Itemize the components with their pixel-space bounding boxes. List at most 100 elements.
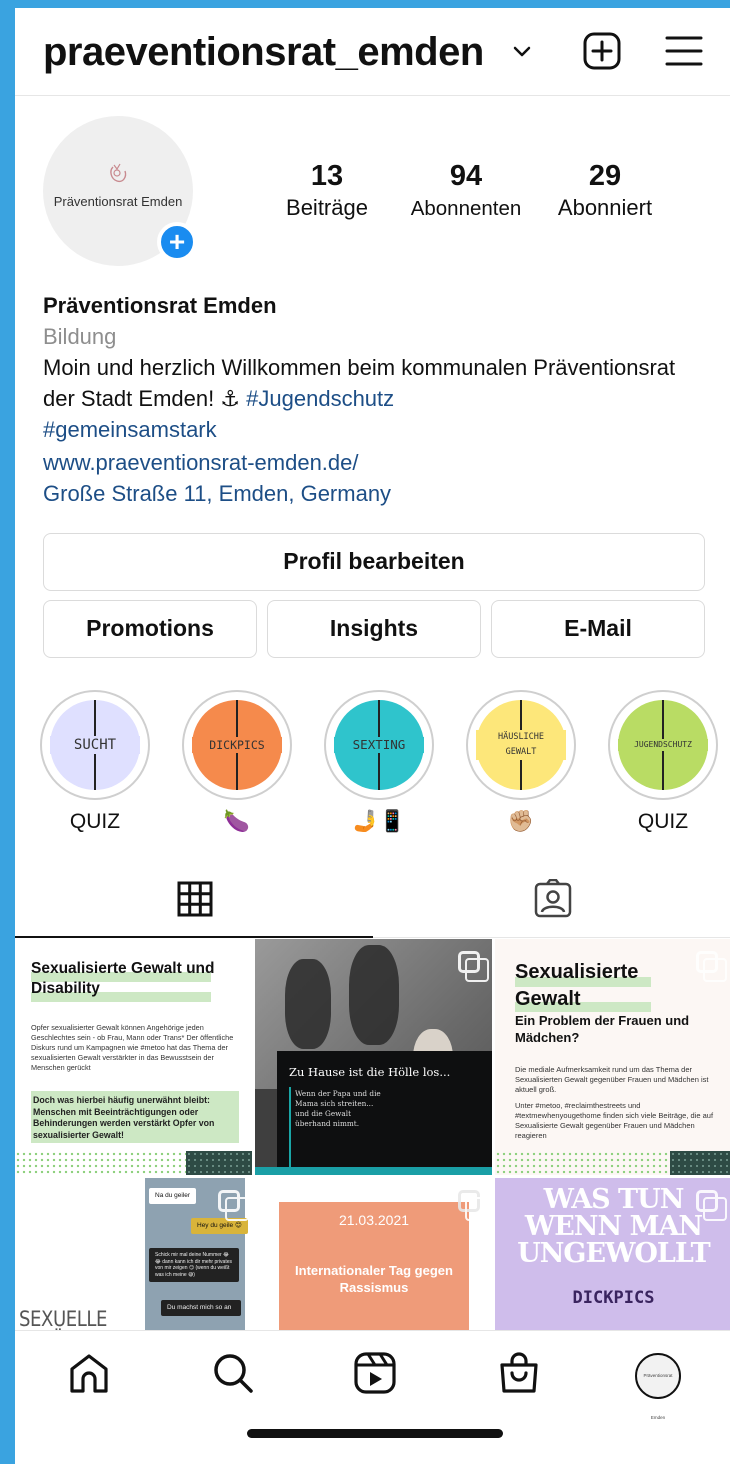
chevron-down-icon[interactable] bbox=[511, 41, 533, 63]
post-date: 21.03.2021 bbox=[338, 1212, 410, 1228]
logo-icon bbox=[110, 163, 127, 183]
post-tile-6[interactable]: WAS TUN WENN MAN UNGEWOLLT DICKPICS bbox=[495, 1178, 730, 1330]
insights-button[interactable]: Insights bbox=[267, 600, 481, 658]
highlight-haeusliche-gewalt[interactable]: HÄUSLICHE GEWALT ✊🏼 bbox=[466, 690, 576, 838]
highlight-cover-title: HÄUSLICHE GEWALT bbox=[476, 730, 566, 760]
post-body: Opfer sexualisierter Gewalt können Angeh… bbox=[31, 1023, 234, 1072]
edit-profile-button[interactable]: Profil bearbeiten bbox=[43, 533, 705, 591]
carousel-icon bbox=[696, 1190, 727, 1221]
accent-strip bbox=[255, 1167, 492, 1175]
chat-message: Na du geiler bbox=[149, 1188, 197, 1204]
highlight-caption: 🍆 bbox=[223, 810, 251, 833]
highlight-ring: JUGENDSCHUTZ bbox=[608, 690, 718, 800]
post-body-paragraph: Die mediale Aufmerksamkeit rund um das T… bbox=[515, 1065, 709, 1094]
post-title: Internationaler Tag gegen Rassismus bbox=[295, 1263, 453, 1295]
highlight-cover-title: SEXTING bbox=[334, 737, 424, 753]
highlight-ring: SEXTING bbox=[324, 690, 434, 800]
highlight-jugendschutz[interactable]: JUGENDSCHUTZ QUIZ bbox=[608, 690, 718, 838]
active-tab-indicator bbox=[15, 936, 373, 938]
post-subtitle: Wenn der Papa und die Mama sich streiten… bbox=[295, 1089, 381, 1128]
post-tile-1[interactable]: Sexualisierte Gewalt und Disability Opfe… bbox=[15, 939, 252, 1175]
highlight-ring: HÄUSLICHE GEWALT bbox=[466, 690, 576, 800]
highlight-caption: QUIZ bbox=[69, 810, 121, 833]
reels-icon[interactable] bbox=[353, 1351, 397, 1395]
stat-value: 13 bbox=[310, 160, 344, 192]
accent-bar bbox=[289, 1087, 291, 1167]
post-body: Die mediale Aufmerksamkeit rund um das T… bbox=[515, 1065, 721, 1141]
account-username[interactable]: praeventionsrat_emden bbox=[43, 30, 484, 75]
highlight-cover: SEXTING bbox=[334, 700, 424, 790]
avatar-logo-text: Präventionsrat Emden bbox=[643, 1373, 673, 1420]
highlight-sexting[interactable]: SEXTING 🤳📱 bbox=[324, 690, 434, 838]
dot-pattern-dark bbox=[670, 1151, 730, 1175]
post-caption-card: Zu Hause ist die Hölle los... Wenn der P… bbox=[277, 1051, 492, 1175]
category-label: Bildung bbox=[43, 324, 117, 349]
stat-label: Abonniert bbox=[557, 195, 653, 220]
post-subtitle: Ein Problem der Frauen und Mädchen? bbox=[515, 1013, 690, 1045]
post-title: Zu Hause ist die Hölle los... bbox=[289, 1065, 451, 1079]
post-title: SEXUELLE BELÄSTIGUNG IM NETZ bbox=[19, 1307, 107, 1330]
highlight-caption: 🤳📱 bbox=[352, 810, 406, 833]
home-icon[interactable] bbox=[67, 1351, 111, 1395]
shadow-figure bbox=[349, 945, 399, 1045]
avatar-logo-text: Präventionsrat Emden bbox=[53, 194, 183, 209]
highlight-cover: HÄUSLICHE GEWALT bbox=[476, 700, 566, 790]
new-post-icon[interactable] bbox=[583, 32, 621, 70]
stat-label: Beiträge bbox=[286, 195, 368, 220]
highlight-caption: QUIZ bbox=[637, 810, 689, 833]
post-title: WAS TUN WENN MAN UNGEWOLLT bbox=[517, 1184, 711, 1269]
display-name: Präventionsrat Emden bbox=[43, 293, 277, 318]
profile-nav-avatar[interactable]: Präventionsrat Emden bbox=[635, 1353, 681, 1420]
add-story-button[interactable]: + bbox=[157, 222, 197, 262]
hashtag-link[interactable]: #gemeinsamstark bbox=[43, 417, 217, 442]
stat-posts[interactable]: 13 Beiträge bbox=[277, 160, 377, 221]
dot-pattern bbox=[495, 1151, 670, 1175]
highlight-ring: DICKPICS bbox=[182, 690, 292, 800]
hashtag-link[interactable]: #Jugendschutz bbox=[246, 386, 394, 411]
profile-bio: Präventionsrat Emden Bildung Moin und he… bbox=[43, 290, 713, 509]
post-body-paragraph: Unter #metoo, #reclaimthestreets und #te… bbox=[515, 1101, 714, 1140]
stat-following[interactable]: 29 Abonniert bbox=[545, 160, 665, 221]
chat-message: Schick mir mal deine Nummer 😂😂 dann kann… bbox=[149, 1248, 239, 1282]
email-button[interactable]: E-Mail bbox=[491, 600, 705, 658]
carousel-icon bbox=[218, 951, 249, 982]
bottom-navigation: Präventionsrat Emden bbox=[15, 1330, 730, 1464]
dot-pattern-dark bbox=[186, 1151, 252, 1175]
post-tile-4[interactable]: Na du geiler Hey du geile 😊 Schick mir m… bbox=[15, 1178, 252, 1330]
shadow-figure bbox=[285, 959, 331, 1049]
highlight-cover: JUGENDSCHUTZ bbox=[618, 700, 708, 790]
post-tile-2[interactable]: Zu Hause ist die Hölle los... Wenn der P… bbox=[255, 939, 492, 1175]
highlight-dickpics[interactable]: DICKPICS 🍆 bbox=[182, 690, 292, 838]
highlight-sucht[interactable]: SUCHT QUIZ bbox=[40, 690, 150, 838]
phone-screen: praeventionsrat_emden Präventionsrat Emd… bbox=[15, 8, 730, 1464]
profile-tabs bbox=[15, 863, 730, 939]
highlight-caption: ✊🏼 bbox=[507, 810, 535, 833]
menu-icon[interactable] bbox=[665, 34, 703, 68]
shop-icon[interactable] bbox=[497, 1351, 541, 1395]
highlight-cover: SUCHT bbox=[50, 700, 140, 790]
home-indicator[interactable] bbox=[247, 1429, 503, 1438]
carousel-icon bbox=[696, 951, 727, 982]
highlight-cover-title: DICKPICS bbox=[192, 737, 282, 753]
highlight-cover-title: SUCHT bbox=[50, 736, 140, 754]
search-icon[interactable] bbox=[211, 1351, 255, 1395]
post-tile-5[interactable]: 21.03.2021 Internationaler Tag gegen Ras… bbox=[255, 1178, 492, 1330]
title-line: GEWALT bbox=[505, 747, 537, 757]
title-line: HÄUSLICHE bbox=[497, 732, 545, 742]
grid-icon[interactable] bbox=[177, 881, 213, 917]
stat-value: 29 bbox=[588, 160, 622, 192]
stat-label: Abonnenten bbox=[410, 197, 522, 220]
post-card: 21.03.2021 Internationaler Tag gegen Ras… bbox=[279, 1202, 469, 1330]
post-subtitle: DICKPICS bbox=[572, 1288, 655, 1308]
post-tile-3[interactable]: Sexualisierte Gewalt Ein Problem der Fra… bbox=[495, 939, 730, 1175]
profile-avatar[interactable]: Präventionsrat Emden + bbox=[43, 116, 197, 266]
address-link[interactable]: Große Straße 11, Emden, Germany bbox=[43, 478, 713, 509]
carousel-icon bbox=[218, 1190, 249, 1221]
website-link[interactable]: www.praeventionsrat-emden.de/ bbox=[43, 447, 713, 478]
highlight-cover: DICKPICS bbox=[192, 700, 282, 790]
promotions-button[interactable]: Promotions bbox=[43, 600, 257, 658]
tagged-icon[interactable] bbox=[533, 879, 573, 919]
bio-description: Moin und herzlich Willkommen beim kommun… bbox=[43, 352, 713, 445]
stat-followers[interactable]: 94 Abonnenten bbox=[401, 160, 531, 221]
highlight-cover-title: JUGENDSCHUTZ bbox=[618, 739, 708, 751]
